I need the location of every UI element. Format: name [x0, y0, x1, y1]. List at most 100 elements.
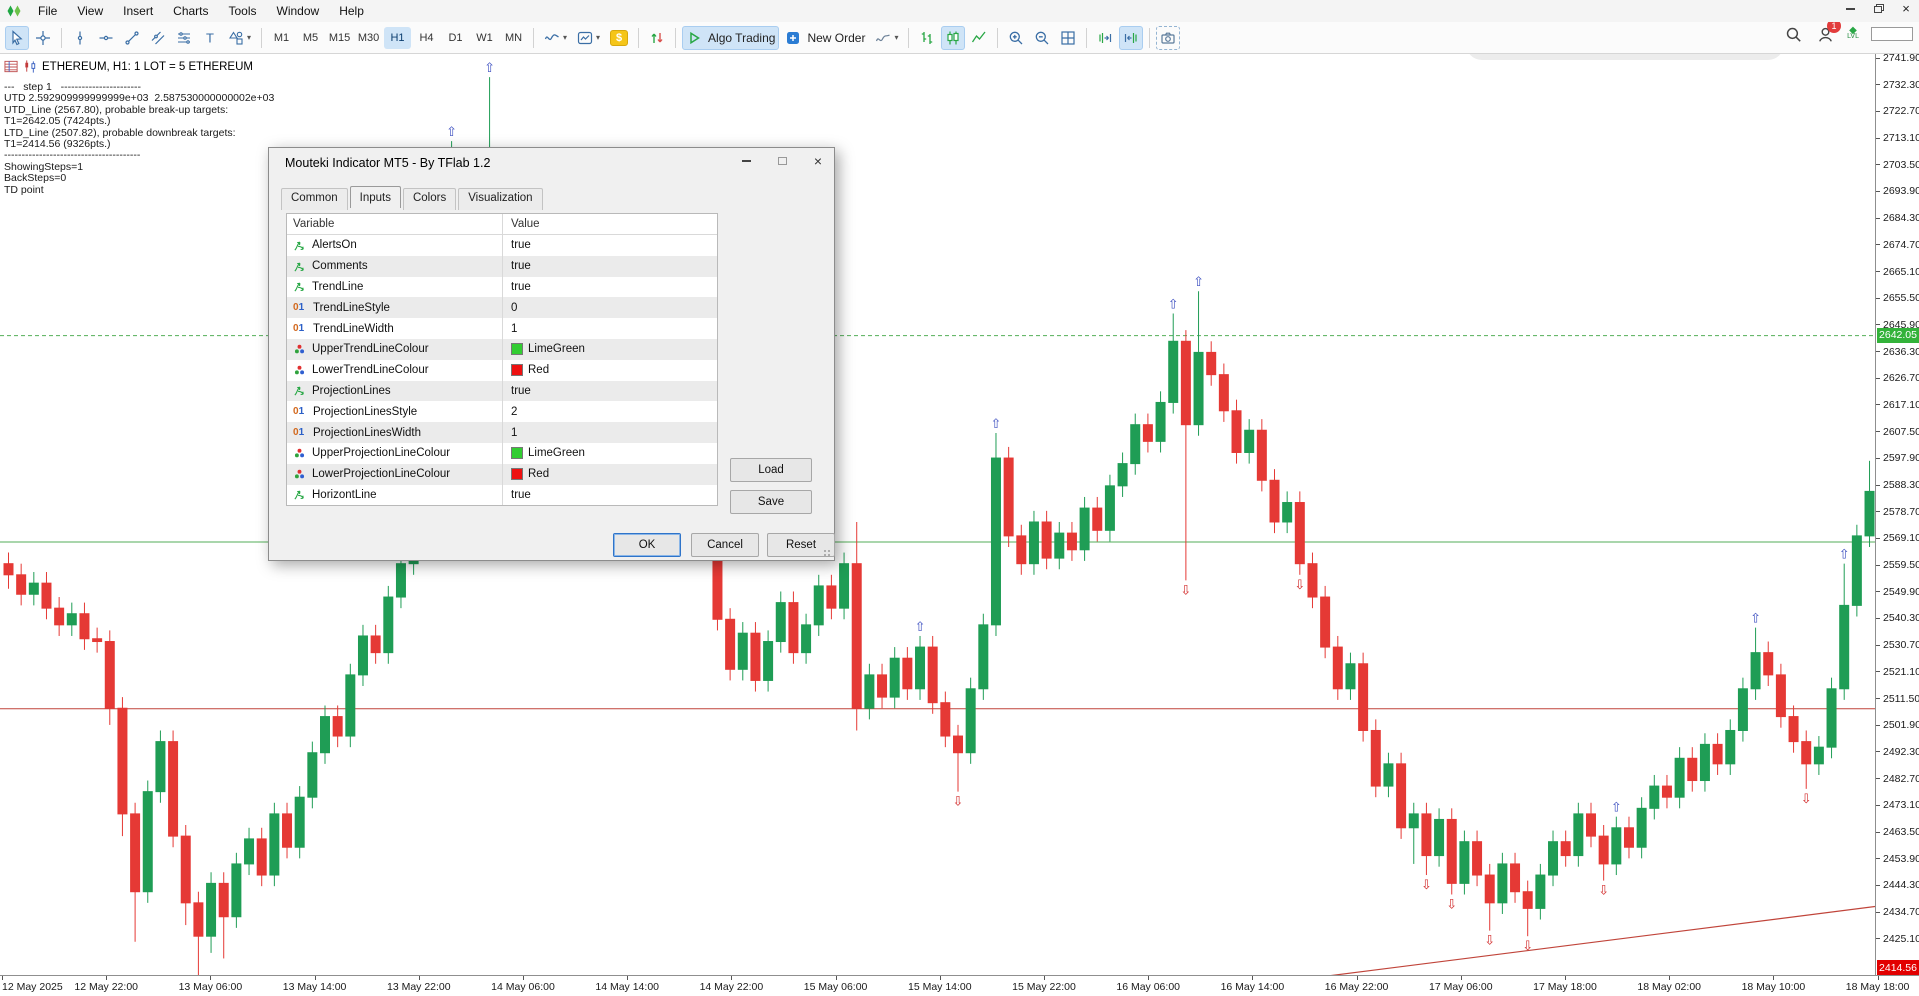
variable-cell: UpperTrendLineColour	[287, 343, 502, 356]
profile-button[interactable]: 1	[1815, 24, 1835, 44]
horizontal-line-tool[interactable]	[94, 26, 118, 50]
input-row[interactable]: AlertsOntrue	[287, 235, 717, 256]
input-row[interactable]: Commentstrue	[287, 256, 717, 277]
text-tool[interactable]: T	[198, 26, 222, 50]
depth-of-market-dropdown[interactable]: ▾	[871, 26, 902, 50]
input-row[interactable]: TrendLinetrue	[287, 277, 717, 298]
new-order-button[interactable]: New Order	[781, 26, 869, 50]
price-tick-label: 2482.70	[1876, 773, 1919, 785]
input-row[interactable]: 01ProjectionLinesStyle2	[287, 401, 717, 422]
value-cell[interactable]: Red	[502, 360, 717, 381]
zoom-out-button[interactable]	[1030, 26, 1054, 50]
input-row[interactable]: UpperProjectionLineColourLimeGreen	[287, 443, 717, 464]
auto-scroll-button[interactable]	[1119, 26, 1143, 50]
timeframe-m30[interactable]: M30	[355, 27, 382, 49]
level-indicator[interactable]: ◆ LVL	[1847, 28, 1859, 40]
algo-trading-button[interactable]: Algo Trading	[682, 26, 779, 50]
projection-trend-line[interactable]	[1312, 906, 1875, 975]
crosshair-tool[interactable]	[31, 26, 55, 50]
timeframe-d1[interactable]: D1	[442, 27, 469, 49]
integer-parameter-icon: 01	[293, 406, 307, 417]
bars-chart-button[interactable]	[915, 26, 939, 50]
resize-grip[interactable]	[824, 550, 832, 558]
timeframe-m1[interactable]: M1	[268, 27, 295, 49]
input-row[interactable]: LowerTrendLineColourRed	[287, 360, 717, 381]
ok-button[interactable]: OK	[613, 533, 681, 557]
value-cell[interactable]: Red	[502, 464, 717, 485]
time-axis[interactable]: 12 May 202512 May 22:0013 May 06:0013 Ma…	[0, 975, 1919, 996]
shift-end-button[interactable]	[1093, 26, 1117, 50]
input-row[interactable]: LowerProjectionLineColourRed	[287, 464, 717, 485]
menu-item-charts[interactable]: Charts	[163, 2, 218, 20]
timeframe-mn[interactable]: MN	[500, 27, 527, 49]
value-cell[interactable]: true	[502, 381, 717, 402]
tab-colors[interactable]: Colors	[403, 188, 456, 210]
menu-item-view[interactable]: View	[67, 2, 113, 20]
input-row[interactable]: ProjectionLinestrue	[287, 381, 717, 402]
vertical-line-tool[interactable]	[68, 26, 92, 50]
chart-objects-dropdown[interactable]: ▾	[540, 26, 571, 50]
candle-down	[928, 647, 937, 703]
candle-up	[1460, 842, 1469, 884]
symbols-button[interactable]: $	[606, 26, 632, 50]
cursor-tool[interactable]	[5, 26, 29, 50]
shapes-tool[interactable]: ▾	[224, 26, 255, 50]
dialog-close-button[interactable]: ×	[808, 152, 828, 170]
zoom-in-button[interactable]	[1004, 26, 1028, 50]
timeframe-h1[interactable]: H1	[384, 27, 411, 49]
load-button[interactable]: Load	[730, 458, 812, 482]
input-row[interactable]: 01TrendLineStyle0	[287, 297, 717, 318]
indicators-dropdown[interactable]: ▾	[573, 26, 604, 50]
value-cell[interactable]: true	[502, 277, 717, 298]
tab-common[interactable]: Common	[281, 188, 348, 210]
candle-down	[1447, 819, 1456, 883]
cancel-button[interactable]: Cancel	[691, 533, 759, 557]
menu-item-insert[interactable]: Insert	[113, 2, 163, 20]
candle-down	[1004, 458, 1013, 536]
value-cell[interactable]: true	[502, 235, 717, 256]
candlestick-chart-button[interactable]	[941, 26, 965, 50]
trend-line-tool[interactable]	[120, 26, 144, 50]
equidistant-channel-tool[interactable]	[146, 26, 170, 50]
minimize-button[interactable]	[1841, 2, 1859, 16]
toolbar-group	[914, 26, 992, 50]
value-cell[interactable]: 0	[502, 297, 717, 318]
timeframe-m5[interactable]: M5	[297, 27, 324, 49]
fibonacci-lines-tool[interactable]	[172, 26, 196, 50]
menu-item-help[interactable]: Help	[329, 2, 374, 20]
restore-button[interactable]	[1869, 2, 1887, 16]
candle-up	[991, 458, 1000, 625]
search-button[interactable]	[1783, 24, 1803, 44]
line-chart-button[interactable]	[967, 26, 991, 50]
comment-line: BackSteps=0	[4, 173, 274, 184]
value-cell[interactable]: 1	[502, 318, 717, 339]
price-axis[interactable]: 2741.902732.302722.702713.102703.502693.…	[1875, 54, 1919, 975]
value-cell[interactable]: LimeGreen	[502, 339, 717, 360]
menu-item-file[interactable]: File	[28, 2, 67, 20]
value-cell[interactable]: true	[502, 485, 717, 506]
save-button[interactable]: Save	[730, 490, 812, 514]
menu-item-window[interactable]: Window	[267, 2, 330, 20]
tile-windows-button[interactable]	[1056, 26, 1080, 50]
input-row[interactable]: 01ProjectionLinesWidth1	[287, 422, 717, 443]
candle-up	[814, 586, 823, 625]
input-row[interactable]: UpperTrendLineColourLimeGreen	[287, 339, 717, 360]
value-cell[interactable]: 2	[502, 401, 717, 422]
value-cell[interactable]: true	[502, 256, 717, 277]
dialog-maximize-button[interactable]	[772, 152, 792, 170]
input-row[interactable]: 01TrendLineWidth1	[287, 318, 717, 339]
close-button[interactable]: ×	[1897, 2, 1915, 16]
value-cell[interactable]: LimeGreen	[502, 443, 717, 464]
dialog-minimize-button[interactable]	[736, 152, 756, 170]
input-row[interactable]: HorizontLinetrue	[287, 485, 717, 506]
timeframe-h4[interactable]: H4	[413, 27, 440, 49]
screenshot-button[interactable]	[1156, 26, 1180, 50]
trade-levels-button[interactable]	[645, 26, 669, 50]
value-cell[interactable]: 1	[502, 422, 717, 443]
tab-inputs[interactable]: Inputs	[350, 186, 401, 208]
candle-up	[738, 633, 747, 669]
timeframe-m15[interactable]: M15	[326, 27, 353, 49]
timeframe-w1[interactable]: W1	[471, 27, 498, 49]
menu-item-tools[interactable]: Tools	[219, 2, 267, 20]
tab-visualization[interactable]: Visualization	[458, 188, 542, 210]
